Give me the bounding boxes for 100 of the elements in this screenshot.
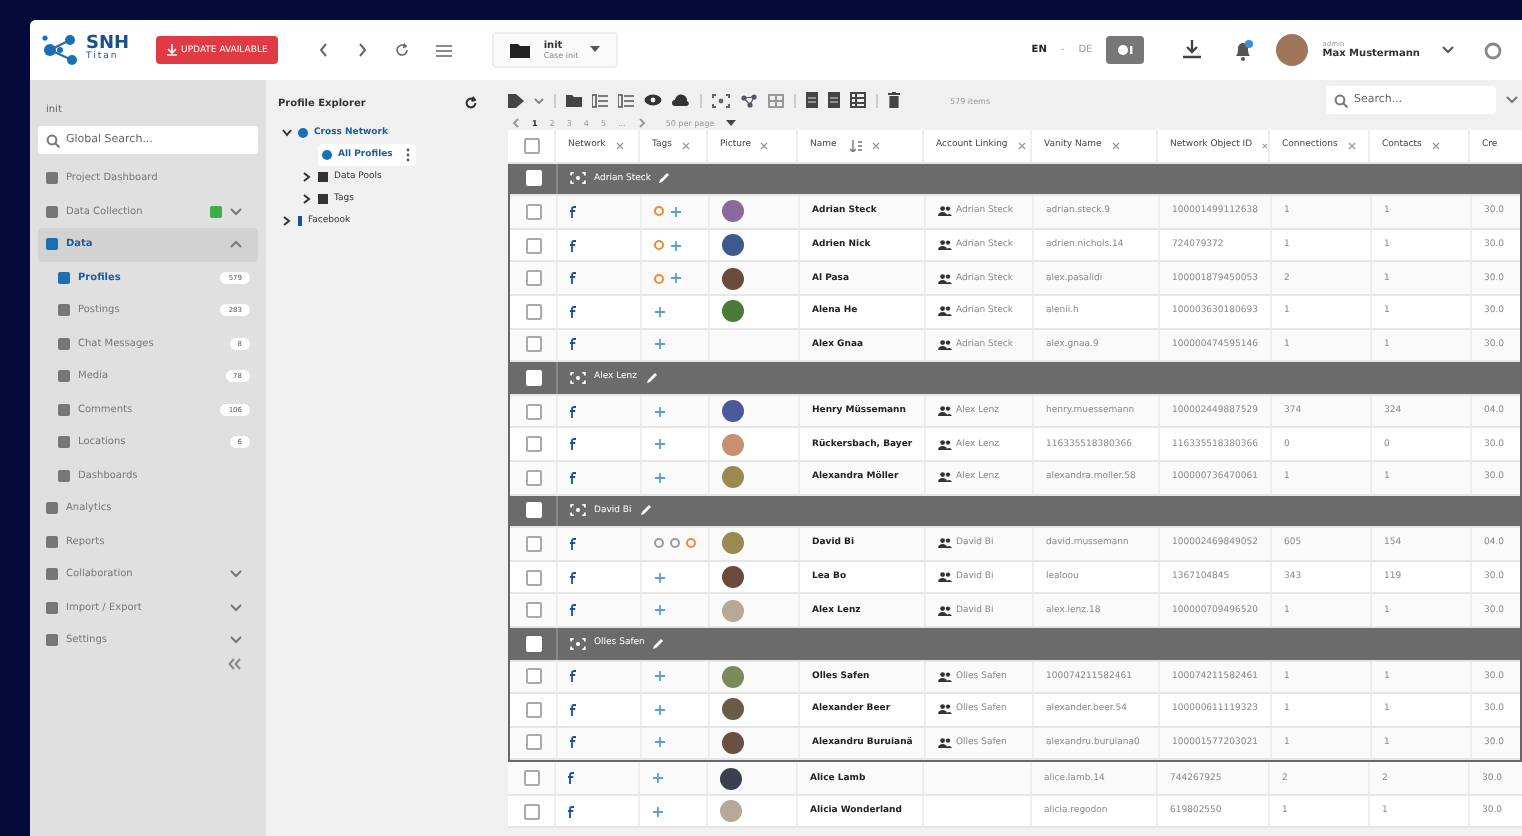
list-icon[interactable] xyxy=(618,93,634,107)
cluster-icon xyxy=(570,637,586,650)
people-icon xyxy=(938,605,952,616)
profile-picture xyxy=(722,400,744,423)
people-icon xyxy=(938,737,952,748)
table-icon[interactable] xyxy=(850,92,866,108)
pencil-icon[interactable] xyxy=(639,504,652,517)
add-tag-icon[interactable] xyxy=(670,205,682,218)
profile-picture xyxy=(722,200,744,223)
profile-picture xyxy=(722,665,744,688)
add-tag-icon[interactable] xyxy=(654,571,666,584)
checkbox[interactable] xyxy=(525,569,541,586)
people-icon xyxy=(938,339,952,350)
profile-picture xyxy=(722,698,744,721)
toggle-button[interactable] xyxy=(1106,36,1145,64)
close-icon[interactable] xyxy=(1111,141,1120,150)
add-tag-icon[interactable] xyxy=(654,471,666,484)
settings-icon[interactable] xyxy=(1484,41,1502,59)
profile-picture xyxy=(722,267,744,290)
previous-page-icon[interactable] xyxy=(512,117,520,127)
trash-icon[interactable] xyxy=(888,92,900,108)
add-tag-icon[interactable] xyxy=(654,405,666,418)
checkbox[interactable] xyxy=(525,701,541,718)
next-page-icon[interactable] xyxy=(637,117,646,127)
document-icon[interactable] xyxy=(806,92,818,108)
checkbox[interactable] xyxy=(525,303,541,320)
checkbox[interactable] xyxy=(525,734,541,751)
checkbox[interactable] xyxy=(525,203,541,220)
pencil-icon[interactable] xyxy=(645,371,658,384)
add-tag-icon[interactable] xyxy=(654,604,666,617)
profile-picture xyxy=(722,234,744,257)
people-icon xyxy=(938,538,952,549)
tag-dot[interactable] xyxy=(686,538,696,549)
checkbox[interactable] xyxy=(525,535,541,552)
checkbox[interactable] xyxy=(525,237,541,254)
tag-dot[interactable] xyxy=(654,206,664,217)
add-tag-icon[interactable] xyxy=(652,805,664,818)
close-icon[interactable] xyxy=(1347,141,1356,150)
people-icon xyxy=(938,671,952,682)
add-tag-icon[interactable] xyxy=(670,239,682,252)
people-icon xyxy=(938,439,952,450)
checkbox[interactable] xyxy=(525,403,541,420)
cluster-icon[interactable] xyxy=(712,93,730,107)
sort-icon[interactable] xyxy=(850,139,863,152)
add-tag-icon[interactable] xyxy=(654,670,666,683)
caret-icon xyxy=(590,46,601,53)
folder-icon[interactable] xyxy=(566,93,582,107)
network-icon[interactable] xyxy=(740,93,758,107)
add-tag-icon[interactable] xyxy=(654,305,666,318)
list-icon[interactable] xyxy=(592,93,608,107)
user-avatar[interactable] xyxy=(1276,34,1309,66)
refresh-icon[interactable] xyxy=(393,42,410,58)
tag-dot[interactable] xyxy=(654,240,664,251)
forward-icon[interactable] xyxy=(355,42,368,58)
logo-icon xyxy=(42,34,82,66)
people-icon xyxy=(938,306,952,317)
caret-icon[interactable] xyxy=(726,119,737,125)
add-tag-icon[interactable] xyxy=(654,438,666,451)
checkbox[interactable] xyxy=(525,336,541,353)
chevron-down-icon[interactable] xyxy=(534,97,544,103)
close-icon[interactable] xyxy=(615,141,624,150)
tag-dot[interactable] xyxy=(670,538,680,549)
people-icon xyxy=(938,406,952,417)
eye-icon[interactable] xyxy=(644,94,662,106)
pencil-icon[interactable] xyxy=(658,172,671,185)
tag-dot[interactable] xyxy=(654,538,664,549)
tag-dot[interactable] xyxy=(654,273,664,284)
profile-picture xyxy=(722,731,744,754)
close-icon[interactable] xyxy=(1017,141,1026,150)
menu-icon[interactable] xyxy=(435,43,452,57)
chevron-down-icon[interactable] xyxy=(1506,96,1518,104)
add-tag-icon[interactable] xyxy=(652,772,664,785)
add-tag-icon[interactable] xyxy=(670,272,682,285)
checkbox[interactable] xyxy=(523,803,539,820)
bell-icon[interactable] xyxy=(1232,39,1255,61)
profile-picture xyxy=(722,466,744,489)
add-tag-icon[interactable] xyxy=(654,703,666,716)
collapse-icon[interactable] xyxy=(228,657,242,669)
close-icon[interactable] xyxy=(872,141,881,150)
checkbox[interactable] xyxy=(523,770,539,787)
add-tag-icon[interactable] xyxy=(654,736,666,749)
back-icon[interactable] xyxy=(317,42,330,58)
close-icon[interactable] xyxy=(760,141,769,150)
checkbox[interactable] xyxy=(525,602,541,619)
grid-icon[interactable] xyxy=(768,93,784,107)
checkbox[interactable] xyxy=(525,469,541,486)
pencil-icon[interactable] xyxy=(652,637,665,650)
close-icon[interactable] xyxy=(681,141,690,150)
more-icon[interactable] xyxy=(406,148,411,162)
checkbox[interactable] xyxy=(525,270,541,287)
checkbox[interactable] xyxy=(523,137,539,154)
people-icon xyxy=(938,572,952,583)
refresh-icon[interactable] xyxy=(464,96,478,110)
document-icon[interactable] xyxy=(828,92,840,108)
download-icon[interactable] xyxy=(1182,40,1203,60)
checkbox[interactable] xyxy=(525,436,541,453)
chevron-down-icon[interactable] xyxy=(1442,46,1454,54)
checkbox[interactable] xyxy=(525,668,541,685)
add-tag-icon[interactable] xyxy=(654,338,666,351)
close-icon[interactable] xyxy=(1431,141,1440,150)
